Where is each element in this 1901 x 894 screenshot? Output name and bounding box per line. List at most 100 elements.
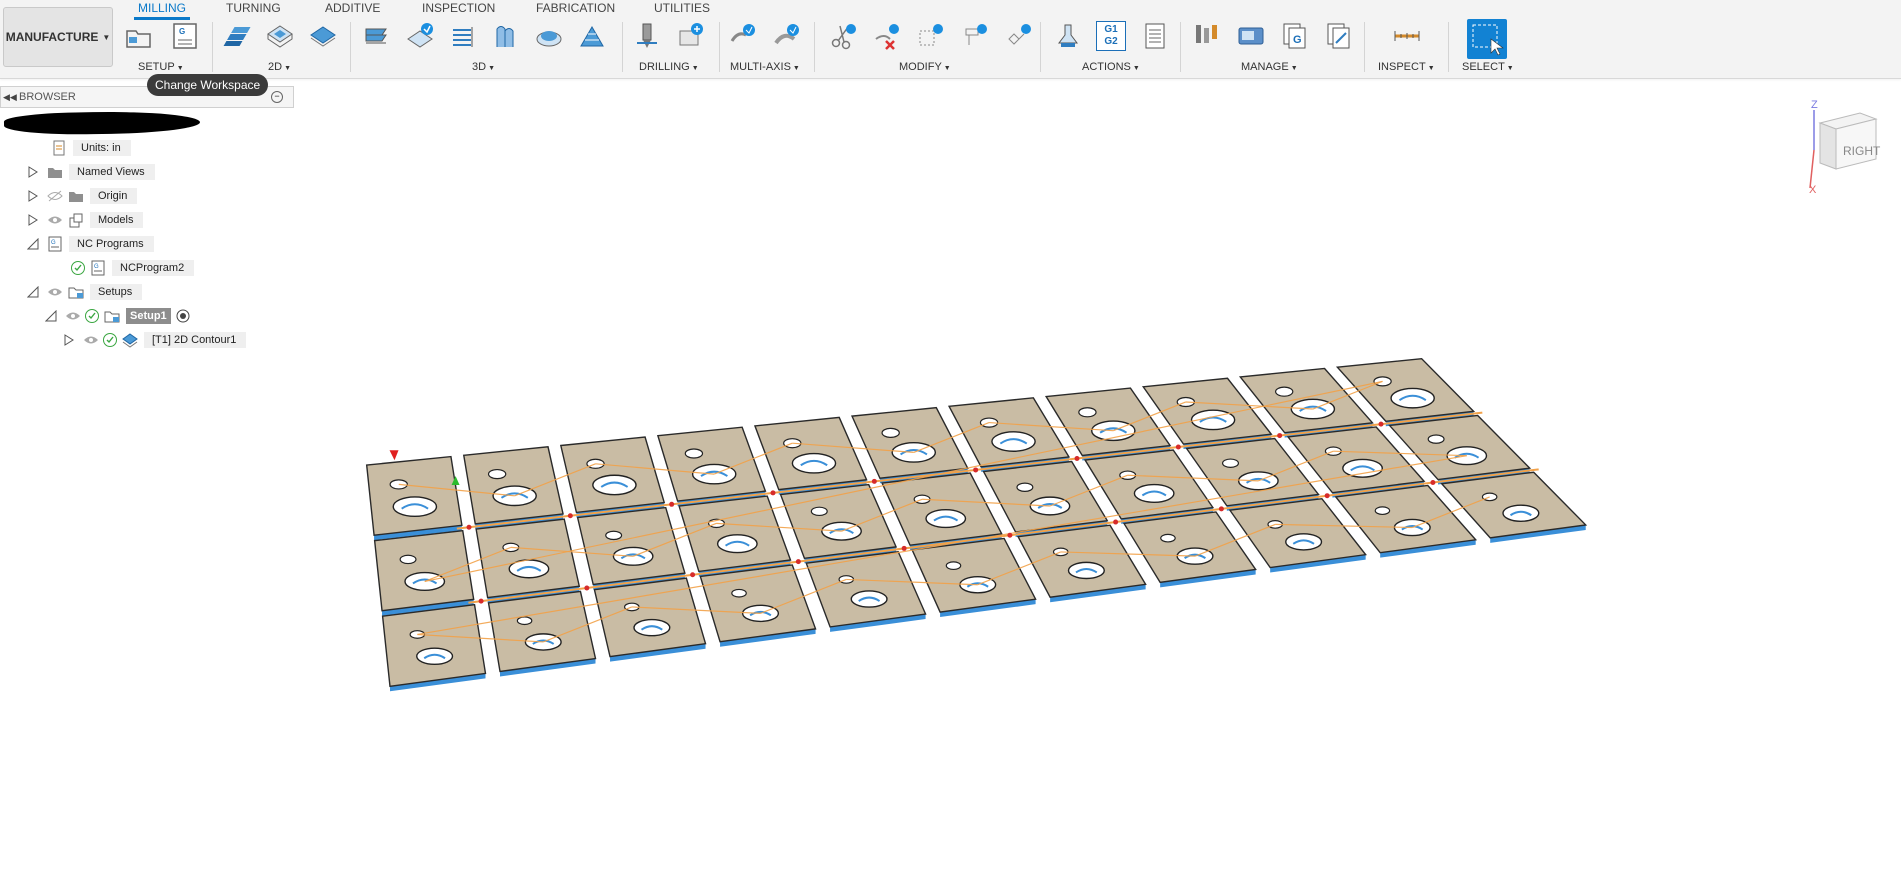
visibility-eye-icon[interactable] <box>47 212 63 228</box>
large-hole <box>716 534 758 554</box>
toolpath-point <box>795 559 801 565</box>
plate <box>475 518 581 599</box>
machine-library-icon[interactable] <box>1236 21 1266 51</box>
2d-pocket-icon[interactable] <box>265 21 295 51</box>
plate <box>805 550 927 628</box>
3d-scallop-icon[interactable] <box>534 21 564 51</box>
measure-icon[interactable] <box>1392 21 1422 51</box>
minimize-icon[interactable]: − <box>271 91 283 103</box>
group-label-actions[interactable]: ACTIONS ▼ <box>1082 61 1140 73</box>
browser-node-units[interactable]: Units: in <box>46 137 131 159</box>
3d-viewport[interactable] <box>0 78 1901 891</box>
browser-node-ncprogram2[interactable]: G NCProgram2 <box>67 257 195 279</box>
toolpath-point <box>584 585 590 591</box>
collapse-arrow-icon[interactable] <box>27 286 39 298</box>
hole-recognition-icon[interactable] <box>676 21 706 51</box>
plate <box>911 537 1037 613</box>
active-setup-radio-icon[interactable] <box>175 308 191 324</box>
2d-contour-icon <box>122 332 138 348</box>
browser-node-origin[interactable]: Origin <box>27 185 138 207</box>
edit-notes-icon[interactable] <box>1004 21 1034 51</box>
toolpath-point <box>466 524 472 530</box>
small-hole <box>1016 482 1034 493</box>
post-process-icon[interactable]: G1 G2 <box>1096 21 1126 51</box>
toolpath-point <box>1113 519 1119 525</box>
large-hole <box>1390 387 1435 409</box>
simulate-icon[interactable] <box>1052 21 1082 51</box>
tool-library-icon[interactable] <box>1192 21 1222 51</box>
multi-axis-contour-icon[interactable] <box>728 21 758 51</box>
group-label-3d[interactable]: 3D ▼ <box>472 61 495 73</box>
visibility-eye-icon[interactable] <box>65 308 81 324</box>
browser-node-setups[interactable]: Setups <box>27 281 143 303</box>
3d-adaptive-icon[interactable] <box>362 21 392 51</box>
pattern-icon[interactable] <box>960 21 990 51</box>
collapse-panel-icon[interactable]: ◀◀ <box>3 92 17 103</box>
plates-model[interactable] <box>0 78 1901 891</box>
browser-node-models[interactable]: Models <box>27 209 144 231</box>
small-hole <box>1481 492 1498 502</box>
expand-arrow-icon[interactable] <box>27 190 39 202</box>
browser-node-setup1[interactable]: Setup1 <box>45 305 191 327</box>
status-ok-icon <box>71 261 85 275</box>
browser-node-named-views[interactable]: Named Views <box>27 161 155 183</box>
small-hole <box>605 530 623 541</box>
browser-node-nc-programs[interactable]: G NC Programs <box>27 233 154 255</box>
scissors-icon[interactable] <box>828 21 858 51</box>
group-label-2d[interactable]: 2D ▼ <box>268 61 291 73</box>
viewcube[interactable]: Z X RIGHT <box>1800 95 1900 196</box>
post-library-icon[interactable]: G <box>1280 21 1310 51</box>
2d-contour-icon[interactable] <box>308 21 338 51</box>
large-hole <box>1342 458 1383 478</box>
nc-program-icon[interactable]: G <box>170 21 200 51</box>
axis-z-label: Z <box>1811 99 1818 111</box>
large-hole <box>1133 483 1175 504</box>
setup-sheet-icon[interactable] <box>1140 21 1170 51</box>
3d-parallel-icon[interactable] <box>448 21 478 51</box>
collapse-arrow-icon[interactable] <box>27 238 39 250</box>
2d-adaptive-icon[interactable] <box>222 21 252 51</box>
hidden-eye-icon[interactable] <box>47 188 63 204</box>
workspace-dropdown-button[interactable]: MANUFACTURE ▼ <box>3 7 113 67</box>
tab-additive[interactable]: ADDITIVE <box>325 1 380 15</box>
chevron-down-icon: ▼ <box>102 32 111 42</box>
3d-contour-icon[interactable] <box>491 21 521 51</box>
plate <box>593 577 707 658</box>
group-label-modify[interactable]: MODIFY ▼ <box>899 61 951 73</box>
template-library-icon[interactable] <box>1324 21 1354 51</box>
collapse-arrow-icon[interactable] <box>45 310 57 322</box>
group-label-setup[interactable]: SETUP ▼ <box>138 61 184 73</box>
transform-icon[interactable] <box>916 21 946 51</box>
group-label-manage[interactable]: MANAGE ▼ <box>1241 61 1298 73</box>
small-hole <box>1160 533 1176 543</box>
tab-turning[interactable]: TURNING <box>226 1 281 15</box>
tooltip: Change Workspace <box>147 74 269 96</box>
visibility-eye-icon[interactable] <box>47 284 63 300</box>
swarf-icon[interactable] <box>772 21 802 51</box>
group-label-multi-axis[interactable]: MULTI-AXIS ▼ <box>730 61 800 73</box>
3d-pocket-icon[interactable] <box>405 21 435 51</box>
toolpath-point <box>478 598 484 604</box>
new-setup-icon[interactable] <box>124 21 154 51</box>
svg-text:G: G <box>179 27 185 36</box>
tab-utilities[interactable]: UTILITIES <box>654 1 710 15</box>
group-label-select[interactable]: SELECT ▼ <box>1462 61 1514 73</box>
tab-milling[interactable]: MILLING <box>133 1 191 20</box>
3d-steep-shallow-icon[interactable] <box>577 21 607 51</box>
node-label: Setup1 <box>126 308 171 324</box>
browser-node-2d-contour1[interactable]: [T1] 2D Contour1 <box>63 329 247 351</box>
expand-arrow-icon[interactable] <box>27 166 39 178</box>
group-label-inspect[interactable]: INSPECT ▼ <box>1378 61 1435 73</box>
toolpath-point <box>973 467 979 473</box>
expand-arrow-icon[interactable] <box>63 334 75 346</box>
viewcube-face-label: RIGHT <box>1843 144 1881 158</box>
tab-inspection[interactable]: INSPECTION <box>422 1 495 15</box>
delete-toolpath-icon[interactable] <box>872 21 902 51</box>
select-icon[interactable] <box>1467 19 1507 59</box>
expand-arrow-icon[interactable] <box>27 214 39 226</box>
tab-fabrication[interactable]: FABRICATION <box>536 1 615 15</box>
visibility-eye-icon[interactable] <box>83 332 99 348</box>
group-label-drilling[interactable]: DRILLING ▼ <box>639 61 699 73</box>
toolpath-point <box>1175 444 1181 450</box>
drill-icon[interactable] <box>632 21 662 51</box>
